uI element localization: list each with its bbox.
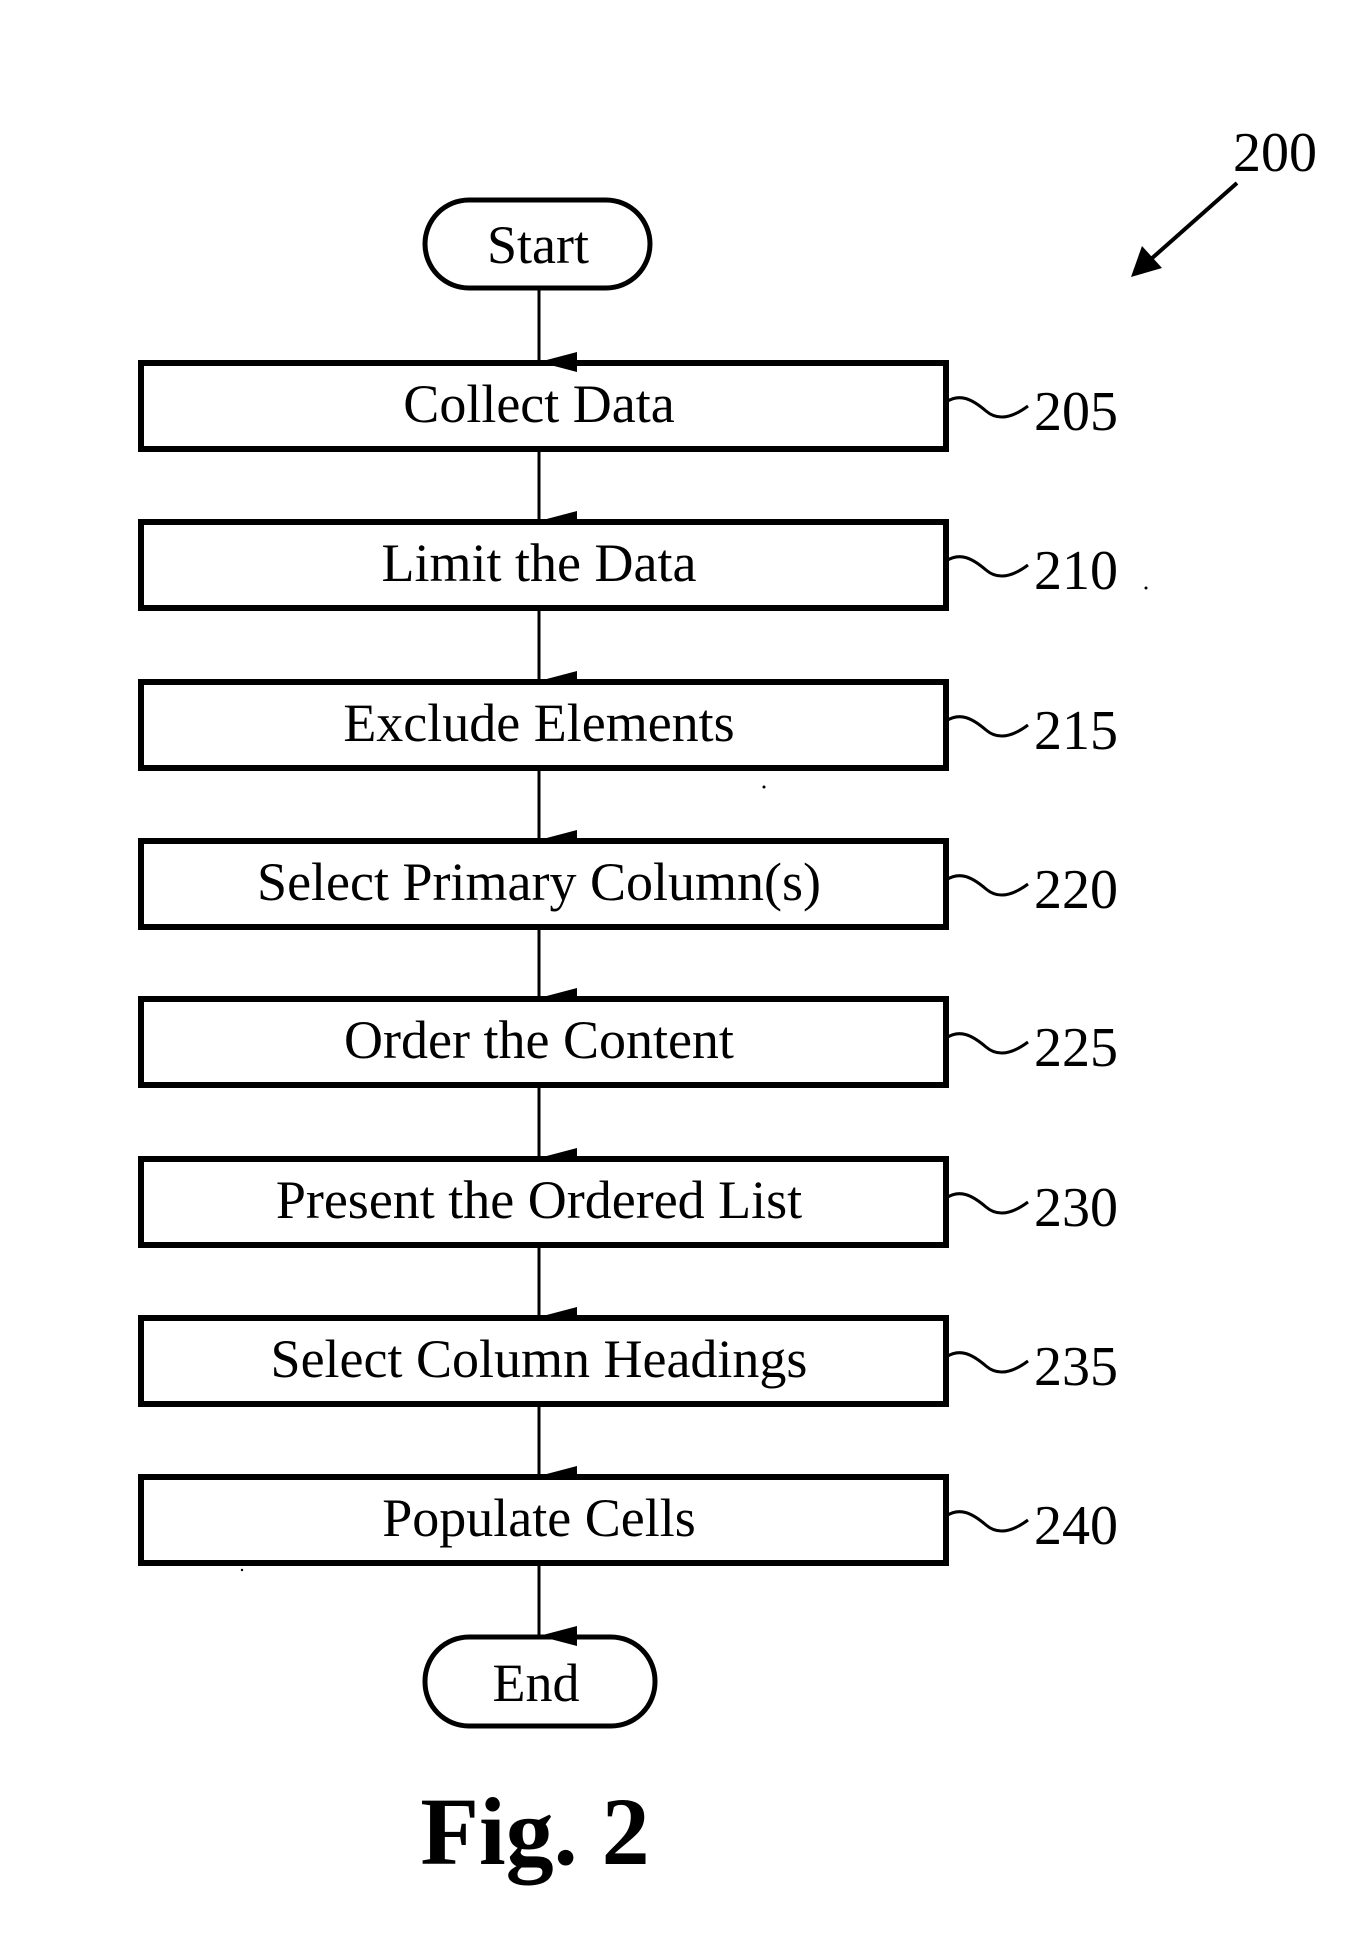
process-step: Select Primary Column(s) 220	[138, 838, 1118, 930]
step-reference-number: 215	[1034, 700, 1118, 762]
process-step: Order the Content 225	[138, 996, 1118, 1088]
step-label: Exclude Elements	[343, 693, 734, 753]
start-label: Start	[487, 215, 589, 275]
figure-reference-arrow-icon	[1131, 181, 1239, 277]
step-label: Select Primary Column(s)	[257, 852, 821, 912]
step-reference-number: 205	[1034, 381, 1118, 443]
step-reference-number: 240	[1034, 1495, 1118, 1557]
leader-line	[945, 1192, 1029, 1215]
end-terminal: End	[422, 1634, 658, 1729]
scan-artifact-dot	[762, 785, 766, 789]
start-terminal: Start	[422, 197, 653, 291]
step-label: Collect Data	[403, 374, 674, 434]
step-reference-number: 220	[1034, 859, 1118, 921]
step-label: Order the Content	[344, 1010, 734, 1070]
step-reference-number: 235	[1034, 1336, 1118, 1398]
process-step: Select Column Headings 235	[138, 1315, 1118, 1407]
process-step: Limit the Data 210	[138, 519, 1118, 611]
step-label: Limit the Data	[382, 533, 697, 593]
step-label: Present the Ordered List	[276, 1170, 802, 1230]
step-reference-number: 230	[1034, 1177, 1118, 1239]
leader-line	[945, 1032, 1029, 1055]
process-steps: Collect Data 205 Limit the Data 210 Exclude …	[138, 360, 1118, 1566]
leader-line	[945, 874, 1029, 897]
figure-reference-number: 200	[1233, 122, 1317, 184]
end-label: End	[493, 1653, 580, 1713]
step-label: Select Column Headings	[271, 1329, 808, 1389]
leader-line	[945, 1351, 1029, 1374]
process-step: Exclude Elements 215	[138, 679, 1118, 771]
leader-line	[945, 555, 1029, 578]
process-step: Collect Data 205	[138, 360, 1118, 452]
figure-caption: Fig. 2	[420, 1778, 649, 1885]
leader-line	[945, 1510, 1029, 1533]
scan-artifact-dot	[1144, 586, 1148, 590]
flowchart: 200 Start Collect Data 205 Limit the Data 2…	[138, 122, 1317, 1885]
process-step: Populate Cells 240	[138, 1474, 1118, 1566]
scan-artifact-dot	[240, 1568, 244, 1572]
leader-line	[945, 396, 1029, 419]
step-reference-number: 210	[1034, 540, 1118, 602]
step-label: Populate Cells	[382, 1488, 695, 1548]
leader-line	[945, 715, 1029, 738]
process-step: Present the Ordered List 230	[138, 1156, 1118, 1248]
step-reference-number: 225	[1034, 1017, 1118, 1079]
